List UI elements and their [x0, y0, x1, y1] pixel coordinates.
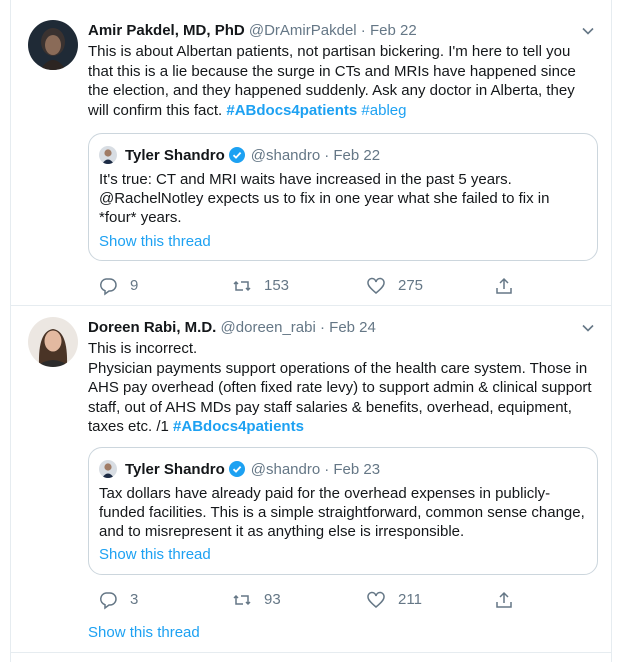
quoted-tweet-text: It's true: CT and MRI waits have increas…: [99, 171, 550, 226]
share-icon: [496, 591, 512, 608]
retweet-count: 93: [264, 591, 281, 608]
hashtag-link[interactable]: #ableg: [361, 102, 406, 119]
reply-icon: [99, 278, 117, 296]
like-button[interactable]: 211: [366, 590, 422, 610]
reply-button[interactable]: 3: [98, 590, 138, 610]
tweet-text: This is about Albertan patients, not par…: [88, 43, 576, 119]
timeline: Amir Pakdel, MD, PhD @DrAmirPakdel · Feb…: [10, 0, 612, 662]
verified-icon: [228, 461, 245, 477]
tweet-doreen-rabi[interactable]: Doreen Rabi, M.D. @doreen_rabi · Feb 24 …: [11, 305, 611, 653]
like-count: 275: [398, 277, 424, 294]
tweet-actions: 3 93 211: [88, 590, 528, 610]
tweet-date: · Feb 22: [324, 146, 381, 164]
like-button[interactable]: 275: [366, 276, 423, 296]
like-icon: [367, 277, 385, 294]
author-handle[interactable]: @doreen_rabi: [221, 319, 316, 336]
tweet-date[interactable]: · Feb 24: [320, 319, 376, 336]
hashtag-link[interactable]: #ABdocs4patients: [173, 418, 304, 435]
avatar[interactable]: [28, 20, 78, 70]
tweet-amir-pakdel[interactable]: Amir Pakdel, MD, PhD @DrAmirPakdel · Feb…: [11, 0, 611, 306]
retweet-count: 153: [264, 277, 290, 294]
retweet-button[interactable]: 153: [232, 276, 289, 296]
quoted-tweet-header: Tyler Shandro @shandro · Feb 22: [99, 146, 380, 164]
author-name[interactable]: Doreen Rabi, M.D.: [88, 319, 216, 336]
retweet-button[interactable]: 93: [232, 590, 281, 610]
author-handle: @shandro: [250, 146, 321, 164]
share-button[interactable]: [494, 590, 526, 610]
retweet-icon: [233, 280, 251, 292]
tweet-date[interactable]: · Feb 22: [361, 22, 417, 39]
author-name: Tyler Shandro: [125, 460, 225, 478]
retweet-icon: [233, 594, 251, 606]
like-icon: [367, 591, 385, 608]
tweet-date: · Feb 23: [324, 460, 381, 478]
tweet-header: Doreen Rabi, M.D. @doreen_rabi · Feb 24: [88, 319, 376, 336]
quoted-tweet-header: Tyler Shandro @shandro · Feb 23: [99, 460, 380, 478]
tweet-header: Amir Pakdel, MD, PhD @DrAmirPakdel · Feb…: [88, 22, 417, 39]
hashtag-link[interactable]: #ABdocs4patients: [226, 102, 357, 119]
like-count: 211: [398, 591, 422, 608]
reply-button[interactable]: 9: [98, 276, 138, 296]
reply-count: 3: [130, 591, 139, 608]
quoted-tweet-text: Tax dollars have already paid for the ov…: [99, 485, 585, 540]
reply-count: 9: [130, 277, 139, 294]
author-name: Tyler Shandro: [125, 146, 225, 164]
quoted-tweet[interactable]: Tyler Shandro @shandro · Feb 23 Tax doll…: [88, 447, 598, 575]
reply-icon: [99, 592, 117, 610]
quoted-tweet[interactable]: Tyler Shandro @shandro · Feb 22 It's tru…: [88, 133, 598, 261]
share-icon: [496, 277, 512, 294]
show-thread-link[interactable]: Show this thread: [99, 546, 211, 563]
verified-icon: [228, 147, 245, 163]
tweet-actions: 9 153 275: [88, 276, 528, 296]
chevron-down-icon[interactable]: [581, 321, 595, 335]
tweet-text: This is incorrect. Physician payments su…: [88, 340, 592, 435]
show-thread-link[interactable]: Show this thread: [99, 233, 211, 250]
avatar: [99, 146, 117, 164]
author-handle: @shandro: [250, 460, 321, 478]
chevron-down-icon[interactable]: [581, 24, 595, 38]
show-thread-link[interactable]: Show this thread: [88, 624, 200, 641]
share-button[interactable]: [494, 276, 526, 296]
avatar[interactable]: [28, 317, 78, 367]
author-handle[interactable]: @DrAmirPakdel: [249, 22, 357, 39]
avatar: [99, 460, 117, 478]
author-name[interactable]: Amir Pakdel, MD, PhD: [88, 22, 245, 39]
